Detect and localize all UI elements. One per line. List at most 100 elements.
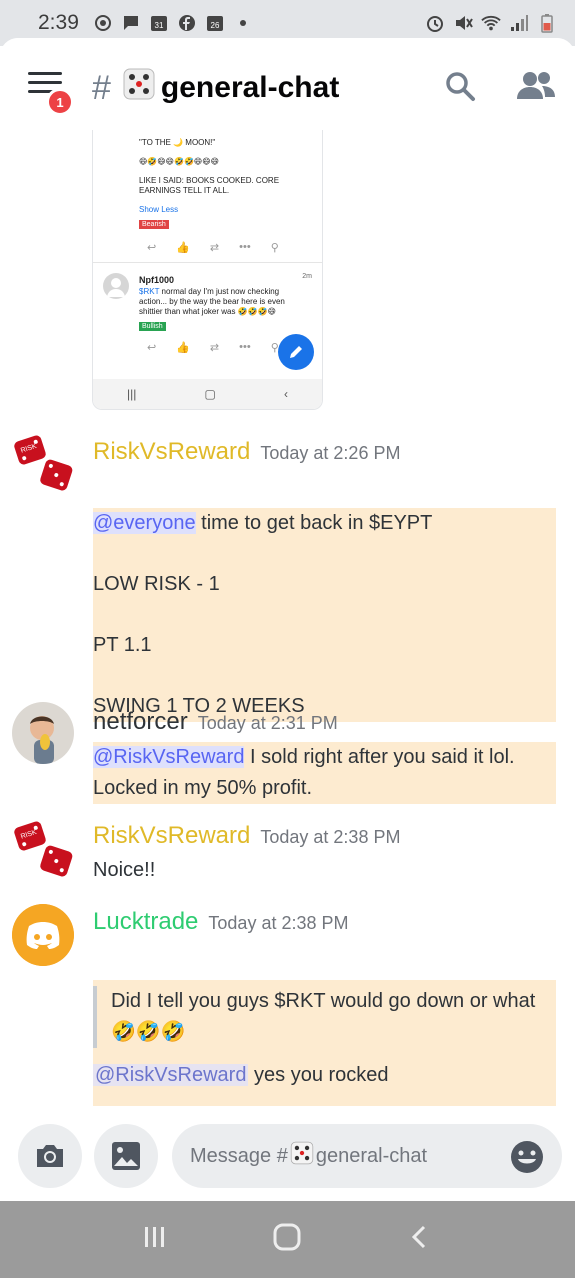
notification-badge: 1: [46, 88, 74, 116]
username[interactable]: netforcer: [93, 708, 188, 736]
search-icon[interactable]: [444, 70, 476, 102]
avatar[interactable]: [12, 702, 74, 764]
username[interactable]: RiskVsReward: [93, 438, 250, 466]
timestamp: Today at 2:31 PM: [197, 713, 338, 733]
emoji-button[interactable]: [510, 1140, 544, 1174]
message-header: Lucktrade Today at 2:38 PM: [93, 908, 349, 936]
channel-header: 1 # general-chat: [0, 38, 575, 130]
wifi-icon: [481, 13, 501, 33]
embed-text: "TO THE 🌙 MOON!": [139, 138, 216, 147]
reply-quote: Did I tell you guys $RKT would go down o…: [93, 986, 556, 1048]
quote-text: Did I tell you guys $RKT would go down o…: [111, 990, 536, 1043]
channel-name: general-chat: [160, 71, 340, 104]
mention[interactable]: @everyone: [93, 512, 196, 534]
back-button[interactable]: [406, 1223, 434, 1256]
message-text: time to get back in $EYPT: [195, 512, 433, 534]
more-icon: •••: [239, 241, 251, 253]
search-icon: ⚲: [270, 242, 279, 254]
composer-bar: Message # general-chat: [0, 1106, 575, 1201]
more-icon: •••: [239, 341, 251, 353]
embed-nav-bar: ||| ▢ ‹: [93, 379, 322, 409]
battery-icon: [537, 13, 557, 33]
system-nav-bar: [0, 1201, 575, 1278]
calendar-icon: 31: [149, 13, 169, 33]
recent-apps-icon: |||: [127, 387, 137, 401]
bearish-tag: Bearish: [139, 220, 169, 229]
camera-button[interactable]: [18, 1124, 82, 1188]
dice-icon: [121, 66, 157, 110]
ticker-link: $RKT: [139, 287, 160, 296]
username[interactable]: RiskVsReward: [93, 822, 250, 850]
compose-fab: [278, 334, 314, 370]
message-text: PT 1.1: [93, 634, 152, 656]
like-icon: 👍: [176, 242, 190, 254]
svg-text:31: 31: [154, 21, 163, 30]
message-content: Did I tell you guys $RKT would go down o…: [93, 980, 556, 1108]
smiley-icon: [511, 1141, 543, 1173]
embed-username: Npf1000: [139, 275, 175, 285]
message-header: RiskVsReward Today at 2:38 PM: [93, 822, 400, 850]
channel-title[interactable]: # general-chat: [92, 66, 339, 110]
message-content: @everyone time to get back in $EYPT LOW …: [93, 508, 556, 722]
timestamp: Today at 2:26 PM: [260, 443, 401, 463]
svg-text:26: 26: [210, 21, 219, 30]
system-icons: [425, 13, 557, 33]
like-icon: 👍: [176, 342, 190, 354]
notification-icons: 31 26: [93, 13, 253, 33]
embed-actions: ↩ 👍 ⇄ ••• ⚲: [139, 241, 306, 254]
home-button[interactable]: [271, 1221, 303, 1258]
message-text: yes you rocked: [248, 1064, 389, 1086]
mention[interactable]: @RiskVsReward: [93, 1064, 249, 1086]
message-header: netforcer Today at 2:31 PM: [93, 708, 338, 736]
input-placeholder-channel: general-chat: [315, 1144, 428, 1167]
reply-icon: ↩: [147, 242, 157, 254]
avatar: [103, 273, 129, 299]
repost-icon: ⇄: [209, 342, 220, 354]
dice-icon: [289, 1140, 315, 1172]
message-text: LOW RISK - 1: [93, 573, 220, 595]
reply-icon: ↩: [147, 342, 157, 354]
recent-apps-button[interactable]: [141, 1223, 169, 1256]
message-header: RiskVsReward Today at 2:26 PM: [93, 438, 400, 466]
embed-post: "TO THE 🌙 MOON!" 😄🤣😄😄🤣🤣😄😄😄 LIKE I SAID: …: [93, 130, 322, 254]
timestamp: Today at 2:38 PM: [260, 827, 401, 847]
mention[interactable]: @RiskVsReward: [93, 746, 245, 768]
back-icon: ‹: [283, 387, 288, 401]
image-attachment[interactable]: "TO THE 🌙 MOON!" 😄🤣😄😄🤣🤣😄😄😄 LIKE I SAID: …: [92, 130, 323, 410]
message-input[interactable]: Message # general-chat: [172, 1124, 562, 1188]
avatar[interactable]: RISK: [12, 818, 74, 880]
embed-text: $RKT normal day I'm just now checking ac…: [139, 287, 306, 317]
embed-time: 2m: [302, 273, 312, 280]
gallery-button[interactable]: [94, 1124, 158, 1188]
signal-icon: [509, 13, 529, 33]
timestamp: Today at 2:38 PM: [208, 913, 349, 933]
embed-body: normal day I'm just now checking action.…: [139, 287, 285, 316]
repost-icon: ⇄: [209, 242, 220, 254]
dot-icon: [233, 13, 253, 33]
mute-icon: [453, 13, 473, 33]
menu-bar-icon: [28, 72, 62, 75]
embed-text: LIKE I SAID: BOOKS COOKED. CORE EARNINGS…: [139, 176, 280, 195]
message-content: @RiskVsReward I sold right after you sai…: [93, 742, 556, 804]
back-icon: [411, 1225, 425, 1249]
recent-apps-icon: [145, 1227, 165, 1247]
chat-icon: [121, 13, 141, 33]
input-placeholder: Message #: [190, 1144, 288, 1167]
alarm-icon: [425, 13, 445, 33]
sync-icon: [93, 13, 113, 33]
show-less-link: Show Less: [139, 205, 179, 214]
app-container: 1 # general-chat "TO THE 🌙 MOON!" 😄🤣😄😄🤣🤣…: [0, 38, 575, 1201]
hash-icon: #: [92, 68, 111, 107]
avatar[interactable]: [12, 904, 74, 966]
username[interactable]: Lucktrade: [93, 908, 198, 936]
camera-icon: [37, 1145, 63, 1167]
calendar-icon-2: 26: [205, 13, 225, 33]
facebook-icon: [177, 13, 197, 33]
menu-bar-icon: [28, 81, 62, 84]
status-time: 2:39: [38, 11, 79, 34]
image-icon: [112, 1142, 140, 1170]
message-text: Noice!!: [93, 859, 156, 881]
avatar[interactable]: RISK: [12, 432, 74, 494]
home-icon: ▢: [204, 387, 216, 401]
members-icon[interactable]: [516, 68, 556, 102]
